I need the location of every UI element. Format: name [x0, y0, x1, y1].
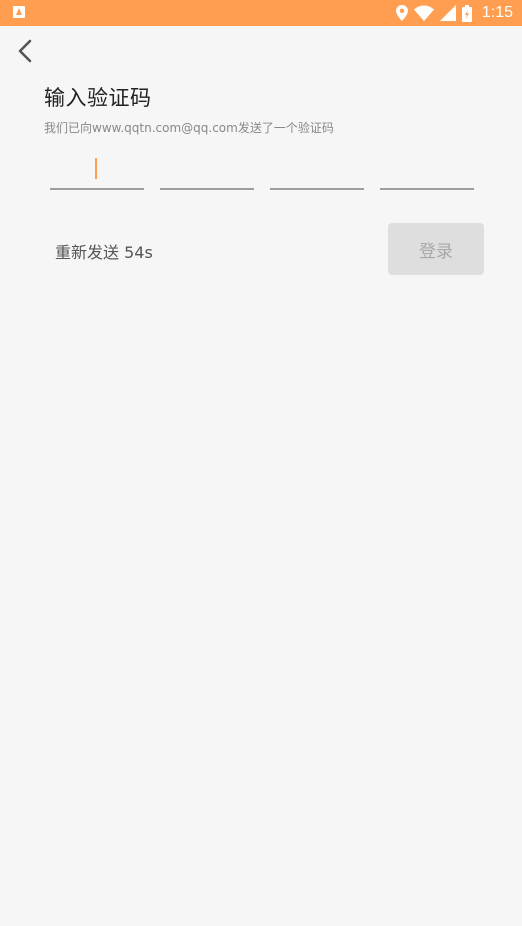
code-digit-4[interactable]: [380, 150, 474, 190]
page-title: 输入验证码: [44, 86, 152, 110]
status-icons: 1:15: [395, 0, 513, 26]
code-digit-3[interactable]: [270, 150, 364, 190]
battery-icon: [461, 4, 472, 22]
resend-countdown: 重新发送 54s: [55, 243, 153, 262]
code-digit-2[interactable]: [160, 150, 254, 190]
app-icon: [13, 6, 25, 18]
status-bar: 1:15: [0, 0, 522, 26]
back-button[interactable]: [12, 38, 38, 64]
code-digit-1[interactable]: [50, 150, 144, 190]
location-icon: [395, 5, 408, 21]
wifi-icon: [413, 5, 434, 21]
verification-subtitle: 我们已向www.qqtn.com@qq.com发送了一个验证码: [44, 121, 334, 135]
status-time: 1:15: [481, 4, 513, 21]
cell-signal-icon: [439, 5, 456, 21]
login-button[interactable]: 登录: [388, 223, 484, 275]
text-cursor: [95, 158, 97, 179]
verification-code-inputs: [50, 150, 474, 190]
chevron-left-icon: [18, 39, 32, 63]
